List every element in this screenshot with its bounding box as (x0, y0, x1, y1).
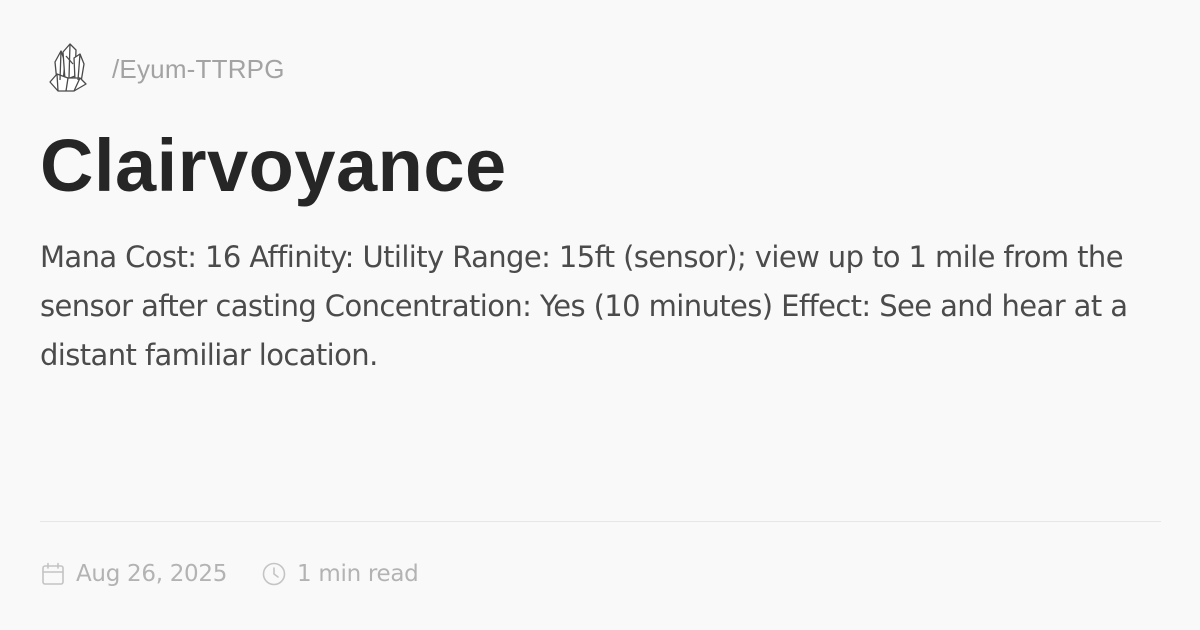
publish-date-text: Aug 26, 2025 (76, 561, 228, 587)
article-meta: Aug 26, 2025 1 min read (40, 558, 419, 590)
page-title: Clairvoyance (40, 124, 507, 207)
divider (40, 521, 1161, 522)
crystal-cluster-icon[interactable] (46, 42, 90, 94)
publish-date: Aug 26, 2025 (40, 561, 227, 587)
article-description: Mana Cost: 16 Affinity: Utility Range: 1… (40, 240, 1128, 372)
read-time: 1 min read (261, 561, 419, 587)
clock-icon (261, 561, 287, 587)
calendar-icon (40, 561, 66, 587)
read-time-text: 1 min read (297, 561, 419, 587)
site-path-link[interactable]: /Eyum-TTRPG (112, 54, 285, 84)
